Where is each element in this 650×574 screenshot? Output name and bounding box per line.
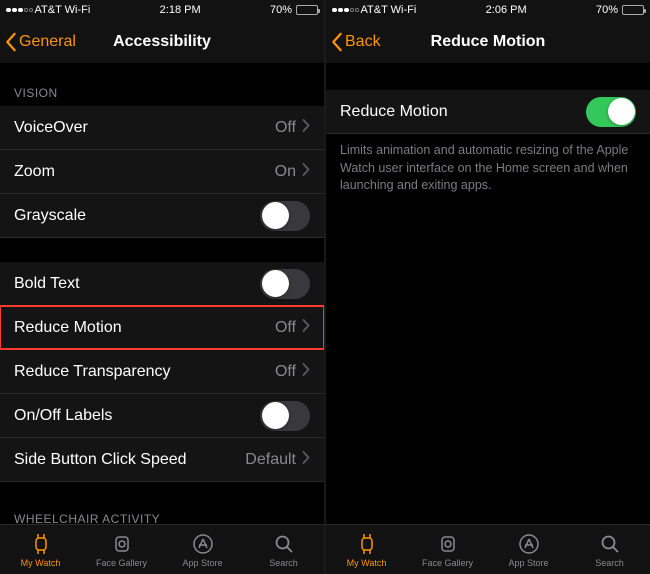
row-value: Off (275, 363, 296, 381)
carrier-label: AT&T Wi-Fi (361, 4, 417, 16)
row-label: Reduce Transparency (14, 363, 275, 381)
back-label: Back (345, 33, 381, 51)
tab-face-gallery[interactable]: Face Gallery (81, 525, 162, 574)
row-voiceover[interactable]: VoiceOver Off (0, 106, 324, 150)
tab-bar: My Watch Face Gallery App Store Search (0, 524, 324, 574)
row-value: Off (275, 319, 296, 337)
tab-face-gallery[interactable]: Face Gallery (407, 525, 488, 574)
signal-icon (6, 8, 33, 13)
row-value: On (275, 163, 296, 181)
tab-my-watch[interactable]: My Watch (326, 525, 407, 574)
screen-reduce-motion: AT&T Wi-Fi 2:06 PM 70% Back Reduce Motio… (326, 0, 650, 574)
battery-percent: 70% (596, 4, 618, 16)
chevron-left-icon (4, 32, 17, 52)
status-bar: AT&T Wi-Fi 2:18 PM 70% (0, 0, 324, 20)
row-side-button-click-speed[interactable]: Side Button Click Speed Default (0, 438, 324, 482)
row-label: VoiceOver (14, 119, 275, 137)
search-icon (598, 532, 622, 556)
face-gallery-icon (110, 532, 134, 556)
tab-bar: My Watch Face Gallery App Store Search (326, 524, 650, 574)
tab-app-store[interactable]: App Store (162, 525, 243, 574)
toggle-grayscale[interactable] (260, 201, 310, 231)
toggle-onoff-labels[interactable] (260, 401, 310, 431)
watch-icon (29, 532, 53, 556)
tab-app-store[interactable]: App Store (488, 525, 569, 574)
tab-label: App Store (182, 558, 222, 568)
row-label: Zoom (14, 163, 275, 181)
row-grayscale[interactable]: Grayscale (0, 194, 324, 238)
row-onoff-labels[interactable]: On/Off Labels (0, 394, 324, 438)
tab-label: Search (269, 558, 298, 568)
app-store-icon (191, 532, 215, 556)
carrier-label: AT&T Wi-Fi (35, 4, 91, 16)
tab-search[interactable]: Search (569, 525, 650, 574)
row-label: Bold Text (14, 275, 260, 293)
chevron-right-icon (302, 451, 310, 469)
row-zoom[interactable]: Zoom On (0, 150, 324, 194)
status-bar: AT&T Wi-Fi 2:06 PM 70% (326, 0, 650, 20)
tab-search[interactable]: Search (243, 525, 324, 574)
settings-list[interactable]: VISION VoiceOver Off Zoom On Grayscale B… (0, 64, 324, 524)
battery-icon (296, 5, 318, 15)
row-label: Grayscale (14, 207, 260, 225)
signal-icon (332, 8, 359, 13)
section-header-wheelchair: WHEELCHAIR ACTIVITY (0, 482, 324, 524)
row-reduce-motion[interactable]: Reduce Motion Off (0, 306, 324, 350)
chevron-right-icon (302, 119, 310, 137)
chevron-right-icon (302, 363, 310, 381)
row-value: Off (275, 119, 296, 137)
back-button[interactable]: Back (326, 32, 381, 52)
settings-list[interactable]: Reduce Motion Limits animation and autom… (326, 64, 650, 524)
row-label: Side Button Click Speed (14, 451, 245, 469)
back-label: General (19, 33, 76, 51)
chevron-right-icon (302, 319, 310, 337)
nav-bar: General Accessibility (0, 20, 324, 64)
battery-icon (622, 5, 644, 15)
setting-description: Limits animation and automatic resizing … (326, 134, 650, 203)
row-value: Default (245, 451, 296, 469)
tab-label: Search (595, 558, 624, 568)
clock-label: 2:18 PM (160, 4, 201, 16)
chevron-right-icon (302, 163, 310, 181)
battery-percent: 70% (270, 4, 292, 16)
face-gallery-icon (436, 532, 460, 556)
toggle-reduce-motion[interactable] (586, 97, 636, 127)
tab-label: My Watch (21, 558, 61, 568)
back-button[interactable]: General (0, 32, 76, 52)
watch-icon (355, 532, 379, 556)
screen-accessibility: AT&T Wi-Fi 2:18 PM 70% General Accessibi… (0, 0, 324, 574)
clock-label: 2:06 PM (486, 4, 527, 16)
row-label: Reduce Motion (340, 103, 586, 121)
row-label: On/Off Labels (14, 407, 260, 425)
section-header-vision: VISION (0, 64, 324, 106)
tab-label: Face Gallery (422, 558, 473, 568)
tab-label: Face Gallery (96, 558, 147, 568)
nav-bar: Back Reduce Motion (326, 20, 650, 64)
app-store-icon (517, 532, 541, 556)
tab-label: App Store (508, 558, 548, 568)
toggle-bold-text[interactable] (260, 269, 310, 299)
search-icon (272, 532, 296, 556)
row-reduce-motion[interactable]: Reduce Motion (326, 90, 650, 134)
row-label: Reduce Motion (14, 319, 275, 337)
tab-label: My Watch (347, 558, 387, 568)
tab-my-watch[interactable]: My Watch (0, 525, 81, 574)
chevron-left-icon (330, 32, 343, 52)
row-reduce-transparency[interactable]: Reduce Transparency Off (0, 350, 324, 394)
row-bold-text[interactable]: Bold Text (0, 262, 324, 306)
